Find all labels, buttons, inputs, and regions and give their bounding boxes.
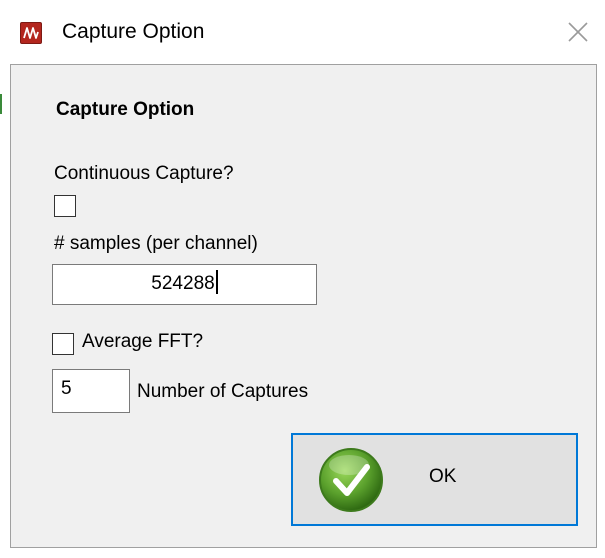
samples-input[interactable]: 524288	[52, 264, 317, 305]
checkmark-icon	[319, 448, 383, 512]
captures-value: 5	[61, 378, 72, 399]
number-of-captures-label: Number of Captures	[137, 381, 309, 402]
number-of-captures-input[interactable]: 5	[52, 369, 130, 413]
average-fft-checkbox[interactable]	[52, 333, 74, 355]
average-fft-label: Average FFT?	[82, 331, 204, 352]
section-heading: Capture Option	[56, 99, 195, 120]
dialog-client-area: Capture Option Continuous Capture? # sam…	[10, 64, 597, 548]
window-title: Capture Option	[62, 20, 205, 43]
ok-button[interactable]: OK	[291, 433, 578, 526]
close-button[interactable]	[563, 17, 593, 47]
title-bar[interactable]: Capture Option	[0, 0, 605, 64]
samples-label: # samples (per channel)	[54, 233, 258, 254]
samples-value: 524288	[151, 273, 215, 294]
continuous-capture-label: Continuous Capture?	[54, 163, 234, 184]
background-window-edge	[0, 94, 2, 114]
capture-option-dialog: Capture Option Capture Option Continuous…	[0, 0, 605, 558]
ok-button-label: OK	[429, 466, 457, 487]
close-icon	[568, 22, 588, 42]
continuous-capture-checkbox[interactable]	[54, 195, 76, 217]
waveform-app-icon	[20, 22, 42, 44]
text-caret	[215, 269, 218, 294]
